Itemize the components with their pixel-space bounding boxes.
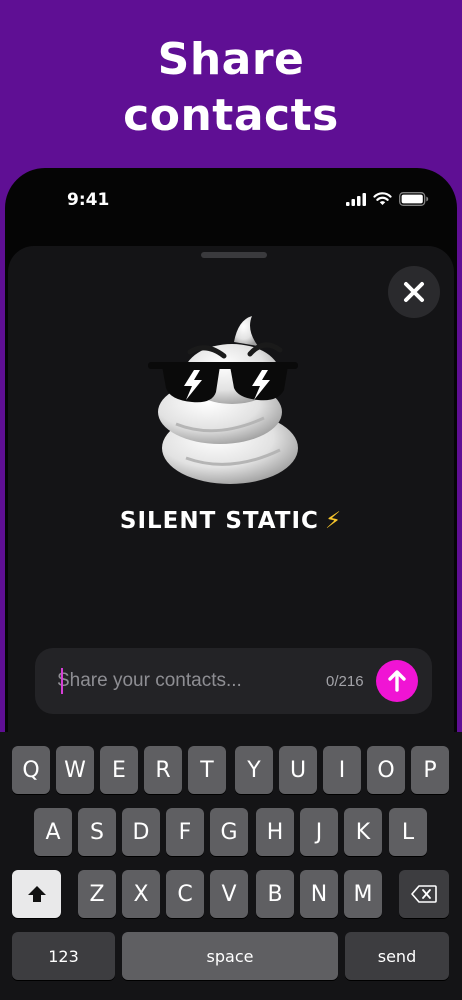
key-k[interactable]: K (344, 808, 382, 856)
numbers-key[interactable]: 123 (12, 932, 115, 980)
key-h[interactable]: H (256, 808, 294, 856)
share-contacts-input[interactable] (57, 664, 307, 698)
key-m[interactable]: M (344, 870, 382, 918)
backspace-icon (411, 885, 437, 903)
key-d[interactable]: D (122, 808, 160, 856)
key-y[interactable]: Y (235, 746, 273, 794)
send-message-button[interactable] (376, 660, 418, 702)
key-t[interactable]: T (188, 746, 226, 794)
close-button[interactable] (388, 266, 440, 318)
key-u[interactable]: U (279, 746, 317, 794)
headline: Share contacts (0, 32, 462, 144)
status-icons (346, 192, 429, 206)
avatar-cool-poop-icon (148, 316, 298, 484)
key-q[interactable]: Q (12, 746, 50, 794)
arrow-up-icon (388, 670, 406, 692)
key-z[interactable]: Z (78, 870, 116, 918)
shift-arrow-icon (27, 886, 46, 902)
wifi-icon (373, 192, 392, 205)
key-g[interactable]: G (210, 808, 248, 856)
key-e[interactable]: E (100, 746, 138, 794)
battery-icon (399, 192, 429, 206)
headline-line-1: Share (157, 34, 305, 85)
keyboard: Q W E R T Y U I O P A S D F G H J K L Z … (0, 732, 462, 1000)
key-v[interactable]: V (210, 870, 248, 918)
key-f[interactable]: F (166, 808, 204, 856)
key-c[interactable]: C (166, 870, 204, 918)
character-counter: 0/216 (326, 673, 364, 690)
send-key[interactable]: send (345, 932, 449, 980)
key-r[interactable]: R (144, 746, 182, 794)
profile-name: SILENT STATIC ⚡ (8, 508, 454, 534)
key-o[interactable]: O (367, 746, 405, 794)
shift-key[interactable] (12, 870, 61, 918)
profile-name-text: SILENT STATIC (119, 508, 319, 534)
sheet-grabber[interactable] (201, 252, 267, 258)
status-time: 9:41 (67, 190, 110, 210)
key-x[interactable]: X (122, 870, 160, 918)
key-w[interactable]: W (56, 746, 94, 794)
key-p[interactable]: P (411, 746, 449, 794)
key-n[interactable]: N (300, 870, 338, 918)
status-bar: 9:41 (5, 168, 457, 234)
key-i[interactable]: I (323, 746, 361, 794)
lightning-emoji-icon: ⚡ (324, 508, 343, 534)
cellular-signal-icon (346, 192, 366, 206)
key-l[interactable]: L (389, 808, 427, 856)
text-caret (61, 668, 63, 694)
backspace-key[interactable] (399, 870, 449, 918)
space-key[interactable]: space (122, 932, 338, 980)
message-composer: 0/216 (35, 648, 432, 714)
key-a[interactable]: A (34, 808, 72, 856)
close-icon (404, 282, 424, 302)
key-b[interactable]: B (256, 870, 294, 918)
key-j[interactable]: J (300, 808, 338, 856)
key-s[interactable]: S (78, 808, 116, 856)
headline-line-2: contacts (123, 90, 339, 141)
